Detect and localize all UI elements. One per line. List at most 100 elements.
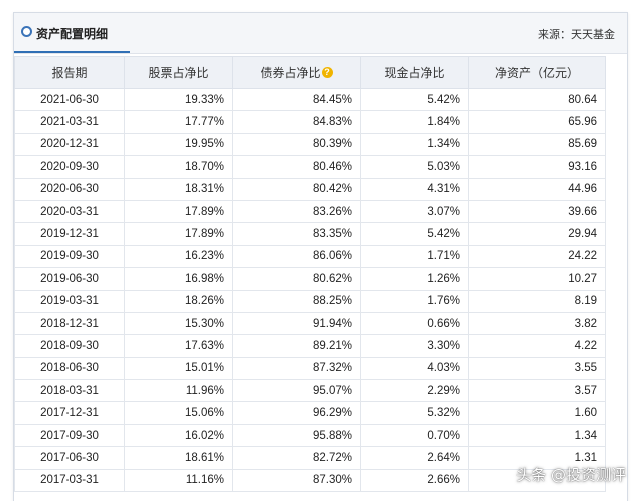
bond-ratio-cell: 88.25% [232,289,361,313]
watermark: 头条 @投资测评 [516,464,626,485]
net-assets-cell: 8.19 [468,289,606,313]
net-assets-cell: 29.94 [468,222,606,246]
stock-ratio-cell: 11.16% [124,468,233,493]
table-header-row: 报告期 股票占净比 债券占净比? 现金占净比 净资产（亿元） [14,56,606,89]
bond-ratio-cell: 95.07% [232,379,361,403]
net-assets-cell: 93.16 [468,155,606,179]
report-period-cell: 2018-12-31 [14,311,125,336]
stock-ratio-cell: 17.89% [124,222,233,246]
net-assets-cell: 3.82 [468,311,606,336]
stock-ratio-cell: 18.70% [124,155,233,179]
source-label: 来源：天天基金 [538,29,615,41]
stock-ratio-cell: 17.77% [124,110,233,134]
table-row: 2020-12-31 19.95% 80.39% 1.34% 85.69 [14,132,606,157]
bond-ratio-cell: 87.30% [232,468,361,493]
net-assets-cell: 3.57 [468,379,606,403]
bond-ratio-cell: 83.35% [232,222,361,246]
report-period-cell: 2020-12-31 [14,132,125,157]
cash-ratio-cell: 3.07% [360,199,469,224]
stock-ratio-cell: 19.33% [124,87,233,112]
cash-ratio-cell: 4.03% [360,356,469,381]
report-period-cell: 2017-09-30 [14,423,125,448]
table-row: 2018-06-30 15.01% 87.32% 4.03% 3.55 [14,356,606,381]
cash-ratio-cell: 1.71% [360,244,469,269]
cash-ratio-cell: 0.66% [360,311,469,336]
report-period-cell: 2020-09-30 [14,155,125,179]
stock-ratio-cell: 16.23% [124,244,233,269]
report-period-cell: 2019-03-31 [14,289,125,313]
table-row: 2017-09-30 16.02% 95.88% 0.70% 1.34 [14,423,606,448]
asset-allocation-panel: 资产配置明细 来源：天天基金 报告期 股票占净比 债券占净比? 现金占净比 净资… [13,12,628,501]
net-assets-cell: 4.22 [468,334,606,358]
bond-ratio-cell: 84.45% [232,87,361,112]
net-assets-cell: 65.96 [468,110,606,134]
column-header-net-assets: 净资产（亿元） [468,56,606,89]
bond-ratio-cell: 87.32% [232,356,361,381]
panel-header: 资产配置明细 来源：天天基金 [14,13,627,54]
stock-ratio-cell: 17.89% [124,199,233,224]
table-row: 2020-09-30 18.70% 80.46% 5.03% 93.16 [14,155,606,179]
bond-ratio-cell: 89.21% [232,334,361,358]
bond-ratio-cell: 80.39% [232,132,361,157]
bond-ratio-cell: 80.42% [232,177,361,201]
report-period-cell: 2021-03-31 [14,110,125,134]
net-assets-cell: 10.27 [468,267,606,291]
table-row: 2021-03-31 17.77% 84.83% 1.84% 65.96 [14,110,606,134]
panel-title: 资产配置明细 [36,27,109,41]
report-period-cell: 2019-12-31 [14,222,125,246]
stock-ratio-cell: 17.63% [124,334,233,358]
stock-ratio-cell: 18.26% [124,289,233,313]
bond-ratio-cell: 91.94% [232,311,361,336]
column-header-bond-ratio: 债券占净比? [232,56,361,89]
cash-ratio-cell: 1.26% [360,267,469,291]
table-row: 2017-12-31 15.06% 96.29% 5.32% 1.60 [14,401,606,425]
cash-ratio-cell: 5.42% [360,222,469,246]
table-row: 2018-12-31 15.30% 91.94% 0.66% 3.82 [14,311,606,336]
report-period-cell: 2019-06-30 [14,267,125,291]
cash-ratio-cell: 0.70% [360,423,469,448]
report-period-cell: 2017-06-30 [14,446,125,470]
table-row: 2019-06-30 16.98% 80.62% 1.26% 10.27 [14,267,606,291]
bond-ratio-cell: 84.83% [232,110,361,134]
column-header-cash-ratio: 现金占净比 [360,56,469,89]
cash-ratio-cell: 1.76% [360,289,469,313]
report-period-cell: 2017-12-31 [14,401,125,425]
stock-ratio-cell: 11.96% [124,379,233,403]
table-row: 2019-03-31 18.26% 88.25% 1.76% 8.19 [14,289,606,313]
cash-ratio-cell: 3.30% [360,334,469,358]
cash-ratio-cell: 5.03% [360,155,469,179]
cash-ratio-cell: 2.64% [360,446,469,470]
watermark-text: 头条 @投资测评 [516,466,626,484]
report-period-cell: 2017-03-31 [14,468,125,493]
table-row: 2019-09-30 16.23% 86.06% 1.71% 24.22 [14,244,606,269]
net-assets-cell: 44.96 [468,177,606,201]
table-row: 2018-03-31 11.96% 95.07% 2.29% 3.57 [14,379,606,403]
cash-ratio-cell: 5.32% [360,401,469,425]
net-assets-cell: 1.34 [468,423,606,448]
report-period-cell: 2020-03-31 [14,199,125,224]
cash-ratio-cell: 2.29% [360,379,469,403]
circle-icon [21,26,32,37]
report-period-cell: 2018-09-30 [14,334,125,358]
stock-ratio-cell: 18.31% [124,177,233,201]
asset-allocation-table: 报告期 股票占净比 债券占净比? 现金占净比 净资产（亿元） 2021-06-3… [14,56,606,493]
stock-ratio-cell: 18.61% [124,446,233,470]
report-period-cell: 2018-06-30 [14,356,125,381]
bond-ratio-cell: 83.26% [232,199,361,224]
report-period-cell: 2018-03-31 [14,379,125,403]
stock-ratio-cell: 16.02% [124,423,233,448]
table-row: 2018-09-30 17.63% 89.21% 3.30% 4.22 [14,334,606,358]
report-period-cell: 2019-09-30 [14,244,125,269]
bond-ratio-cell: 86.06% [232,244,361,269]
table-row: 2021-06-30 19.33% 84.45% 5.42% 80.64 [14,87,606,112]
net-assets-cell: 3.55 [468,356,606,381]
bond-ratio-cell: 82.72% [232,446,361,470]
table-row: 2020-06-30 18.31% 80.42% 4.31% 44.96 [14,177,606,201]
table-row: 2020-03-31 17.89% 83.26% 3.07% 39.66 [14,199,606,224]
panel-title-tab: 资产配置明细 [14,13,130,53]
column-header-report-period: 报告期 [14,56,125,89]
stock-ratio-cell: 15.06% [124,401,233,425]
net-assets-cell: 80.64 [468,87,606,112]
question-mark-icon[interactable]: ? [321,67,333,78]
net-assets-cell: 1.60 [468,401,606,425]
